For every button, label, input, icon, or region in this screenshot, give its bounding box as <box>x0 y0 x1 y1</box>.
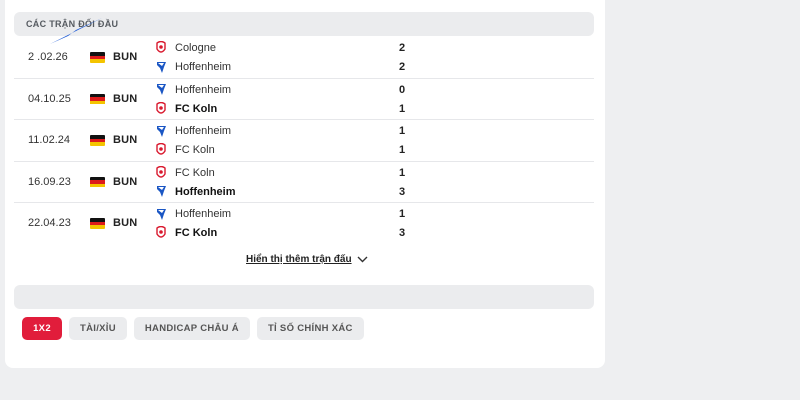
away-team-name: FC Koln <box>175 227 218 239</box>
tab-handicap-chau-a[interactable]: HANDICAP CHÂU Á <box>133 317 250 340</box>
away-team-name: Hoffenheim <box>175 61 232 73</box>
odds-section-header <box>14 285 594 309</box>
matches-list: 2 .02.26 BUN Cologne Hoffenheim 2 2 04.10.25 BU… <box>14 37 594 245</box>
away-score: 1 <box>398 144 406 156</box>
away-team-name: FC Koln <box>175 102 218 115</box>
away-team-name: Hoffenheim <box>175 185 236 198</box>
koln-logo-icon <box>155 41 167 55</box>
league-code: BUN <box>113 175 138 188</box>
germany-flag-icon <box>90 218 105 229</box>
home-team: FC Koln <box>155 165 215 181</box>
away-score: 2 <box>398 61 406 73</box>
germany-flag-icon <box>90 176 105 188</box>
home-team: Hoffenheim <box>155 206 231 222</box>
away-team: FC Koln <box>155 142 215 158</box>
show-more-matches-link[interactable]: Hiển thị thêm trận đấu <box>246 254 368 265</box>
home-score: 0 <box>398 83 406 96</box>
home-team-name: FC Koln <box>175 166 215 179</box>
home-team: Hoffenheim <box>155 82 231 98</box>
league-code: BUN <box>113 51 138 63</box>
league-code: BUN <box>113 134 138 146</box>
home-score: 1 <box>398 125 406 137</box>
match-row[interactable]: 22.04.23 BUN Hoffenheim FC Koln 1 3 <box>14 203 594 245</box>
home-score: 1 <box>398 166 406 179</box>
hoffenheim-logo-icon <box>155 207 167 221</box>
away-team: FC Koln <box>155 101 217 117</box>
match-row[interactable]: 11.02.24 BUN Hoffenheim FC Koln 1 1 <box>14 120 594 162</box>
match-date: 16.09.23 <box>28 175 71 188</box>
away-team: FC Koln <box>155 225 217 241</box>
match-date: 11.02.24 <box>28 134 71 146</box>
germany-flag-icon <box>90 52 105 63</box>
hoffenheim-logo-icon <box>155 185 167 199</box>
home-team: Hoffenheim <box>155 123 231 139</box>
away-team: Hoffenheim <box>155 184 236 200</box>
hoffenheim-logo-icon <box>155 83 167 97</box>
away-score: 1 <box>398 102 406 115</box>
match-row[interactable]: 04.10.25 BUN Hoffenheim FC Koln 0 1 <box>14 79 594 120</box>
koln-logo-icon <box>155 165 167 180</box>
home-team-name: Hoffenheim <box>175 83 232 96</box>
home-team: Cologne <box>155 40 216 56</box>
away-score: 3 <box>398 227 406 239</box>
home-team-name: Cologne <box>175 42 216 54</box>
home-score: 2 <box>398 42 406 54</box>
match-date: 04.10.25 <box>28 92 71 105</box>
germany-flag-icon <box>90 135 105 146</box>
tab-1x2[interactable]: 1X2 <box>22 317 62 340</box>
koln-logo-icon <box>155 143 167 157</box>
home-score: 1 <box>398 208 406 220</box>
show-more-label: Hiển thị thêm trận đấu <box>246 254 352 265</box>
koln-logo-icon <box>155 226 167 240</box>
away-score: 3 <box>398 185 406 198</box>
away-team: Hoffenheim <box>155 59 231 75</box>
league-code: BUN <box>113 217 138 229</box>
chevron-down-icon <box>357 256 368 263</box>
home-team-name: Hoffenheim <box>175 125 232 137</box>
home-team-name: Hoffenheim <box>175 208 232 220</box>
koln-logo-icon <box>155 101 167 116</box>
match-date: 22.04.23 <box>28 217 71 229</box>
hoffenheim-logo-icon <box>155 124 167 138</box>
tab-ti-so-chinh-xac[interactable]: TỈ SỐ CHÍNH XÁC <box>256 317 364 340</box>
odds-tabs: 1X2 TÀI/XỈU HANDICAP CHÂU Á TỈ SỐ CHÍNH XÁC <box>22 317 364 340</box>
league-code: BUN <box>113 92 138 105</box>
hoffenheim-logo-icon <box>155 60 167 74</box>
away-team-name: FC Koln <box>175 144 215 156</box>
germany-flag-icon <box>90 93 105 105</box>
match-row[interactable]: 16.09.23 BUN FC Koln Hoffenheim 1 3 <box>14 162 594 203</box>
tab-tai-xiu[interactable]: TÀI/XỈU <box>69 317 127 340</box>
match-date: 2 .02.26 <box>28 51 68 63</box>
match-row[interactable]: 2 .02.26 BUN Cologne Hoffenheim 2 2 <box>14 37 594 79</box>
